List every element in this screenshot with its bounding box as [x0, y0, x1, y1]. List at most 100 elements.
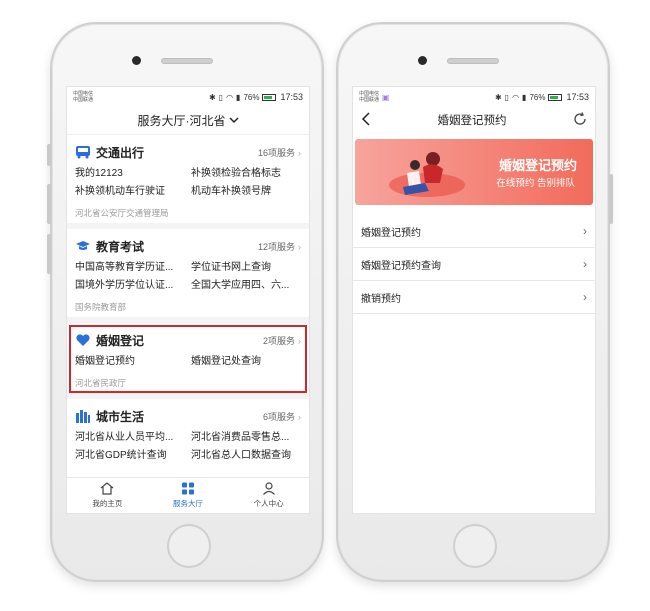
- section-header[interactable]: 交通出行 16项服务 ›: [75, 141, 301, 163]
- service-item[interactable]: 河北省GDP统计查询: [75, 449, 185, 463]
- bottom-tab-bar: 我的主页 服务大厅 个人中心: [67, 477, 309, 513]
- home-icon: [100, 482, 114, 496]
- refresh-icon[interactable]: [573, 111, 587, 129]
- service-item[interactable]: 全国大学应用四、六...: [191, 279, 301, 293]
- section-header[interactable]: 教育考试 12项服务 ›: [75, 235, 301, 257]
- front-camera: [418, 56, 427, 65]
- section-header[interactable]: 城市生活 6项服务 ›: [75, 405, 301, 427]
- status-time: 17:53: [280, 92, 303, 102]
- service-item[interactable]: 补换领检验合格标志: [191, 167, 301, 181]
- service-item[interactable]: 河北省总人口数据查询: [191, 449, 301, 463]
- graduation-cap-icon: [75, 238, 91, 254]
- chevron-down-icon: [228, 116, 239, 126]
- banner-subtitle: 在线预约 告别排队: [496, 178, 575, 189]
- service-item[interactable]: 机动车补换领号牌: [191, 185, 301, 199]
- service-item[interactable]: 婚姻登记处查询: [191, 355, 301, 369]
- right-phone-frame: 中国电信 中国联通 ▣ ✱ ▯ ◠ ▮ 76% 17:53 婚姻登记预约 婚姻登…: [336, 22, 613, 582]
- department-label: 河北省公安厅交通管理局: [75, 208, 169, 218]
- vibrate-icon: ▯: [218, 92, 224, 102]
- chevron-right-icon: ›: [298, 411, 301, 422]
- tab-label: 个人中心: [253, 499, 284, 508]
- home-button[interactable]: [453, 524, 497, 568]
- section-count[interactable]: 6项服务 ›: [263, 410, 301, 423]
- power-button: [609, 174, 613, 224]
- section-count[interactable]: 16项服务 ›: [258, 146, 301, 159]
- person-icon: [262, 482, 276, 496]
- right-screen: 中国电信 中国联通 ▣ ✱ ▯ ◠ ▮ 76% 17:53 婚姻登记预约 婚姻登…: [352, 86, 596, 514]
- menu-item-label: 婚姻登记预约查询: [361, 260, 441, 272]
- service-items: 婚姻登记预约 婚姻登记处查询: [75, 355, 301, 369]
- front-camera: [132, 56, 141, 65]
- section-count[interactable]: 12项服务 ›: [258, 240, 301, 253]
- tab-home[interactable]: 我的主页: [67, 478, 148, 513]
- tab-personal-center[interactable]: 个人中心: [228, 478, 309, 513]
- service-item[interactable]: 国境外学历学位认证...: [75, 279, 185, 293]
- volume-down-button: [47, 234, 51, 274]
- volume-up-button: [47, 184, 51, 224]
- service-item[interactable]: 婚姻登记预约: [75, 355, 185, 369]
- chevron-right-icon: ›: [583, 224, 587, 238]
- back-icon[interactable]: [361, 111, 371, 129]
- earpiece-speaker: [161, 58, 213, 64]
- tab-service-hall[interactable]: 服务大厅: [148, 478, 229, 513]
- service-item[interactable]: 河北省消费品零售总...: [191, 431, 301, 445]
- couple-illustration: [389, 152, 465, 197]
- service-item[interactable]: 补换领机动车行驶证: [75, 185, 185, 199]
- city-icon: [75, 408, 91, 424]
- bluetooth-icon: ✱: [494, 92, 502, 102]
- section-title: 教育考试: [96, 239, 145, 254]
- service-items: 河北省从业人员平均... 河北省消费品零售总... 河北省GDP统计查询 河北省…: [75, 431, 301, 463]
- vibrate-icon: ▯: [504, 92, 510, 102]
- status-bar: 中国电信 中国联通 ▣ ✱ ▯ ◠ ▮ 76% 17:53: [353, 87, 595, 107]
- battery-percent: 76%: [243, 92, 260, 102]
- status-bar: 中国电信 中国联通 ✱ ▯ ◠ ▮ 76% 17:53: [67, 87, 309, 107]
- service-items: 中国高等教育学历证... 学位证书网上查询 国境外学历学位认证... 全国大学应…: [75, 261, 301, 293]
- nav-bar: 婚姻登记预约: [353, 107, 595, 133]
- section-title: 城市生活: [96, 409, 145, 424]
- earpiece-speaker: [447, 58, 499, 64]
- banner-title: 婚姻登记预约: [498, 158, 577, 173]
- bus-icon: [75, 144, 91, 160]
- menu-list: 婚姻登记预约 › 婚姻登记预约查询 › 撤销预约 ›: [353, 215, 595, 314]
- battery-icon: [262, 93, 277, 101]
- department-label: 国务院教育部: [75, 302, 127, 312]
- chevron-right-icon: ›: [298, 147, 301, 158]
- battery-percent: 76%: [529, 92, 546, 102]
- region-selector[interactable]: 服务大厅·河北省: [67, 107, 309, 135]
- carrier-2: 中国联通: [73, 97, 94, 103]
- section-header[interactable]: 婚姻登记 2项服务 ›: [75, 329, 301, 351]
- promo-banner: 婚姻登记预约 在线预约 告别排队: [355, 139, 593, 205]
- service-items: 我的12123 补换领检验合格标志 补换领机动车行驶证 机动车补换领号牌: [75, 167, 301, 199]
- carrier-2: 中国联通: [359, 97, 380, 103]
- service-section-city-life: 城市生活 6项服务 › 河北省从业人员平均... 河北省消费品零售总... 河北省…: [67, 399, 309, 467]
- chevron-right-icon: ›: [583, 257, 587, 271]
- app-notification-icon: ▣: [382, 92, 390, 102]
- menu-item-cancel-appointment[interactable]: 撤销预约 ›: [353, 281, 595, 314]
- menu-item-appointment-query[interactable]: 婚姻登记预约查询 ›: [353, 248, 595, 281]
- service-item[interactable]: 学位证书网上查询: [191, 261, 301, 275]
- heart-icon: [75, 332, 91, 348]
- menu-item-label: 撤销预约: [361, 293, 401, 305]
- battery-icon: [548, 93, 563, 101]
- tab-label: 服务大厅: [173, 499, 203, 508]
- chevron-right-icon: ›: [298, 335, 301, 346]
- menu-item-appointment[interactable]: 婚姻登记预约 ›: [353, 215, 595, 248]
- service-item[interactable]: 我的12123: [75, 167, 185, 181]
- grid-icon: [181, 482, 195, 496]
- mute-switch: [47, 144, 51, 166]
- bluetooth-icon: ✱: [208, 92, 216, 102]
- service-section-marriage: 婚姻登记 2项服务 › 婚姻登记预约 婚姻登记处查询 河北省民政厅: [67, 323, 309, 399]
- chevron-right-icon: ›: [583, 290, 587, 304]
- tab-label: 我的主页: [92, 499, 123, 508]
- service-item[interactable]: 中国高等教育学历证...: [75, 261, 185, 275]
- menu-item-label: 婚姻登记预约: [361, 227, 421, 239]
- section-count[interactable]: 2项服务 ›: [263, 334, 301, 347]
- home-button[interactable]: [167, 524, 211, 568]
- wifi-icon: ◠: [512, 92, 520, 102]
- section-title: 交通出行: [96, 145, 145, 160]
- carrier-labels: 中国电信 中国联通: [73, 91, 93, 103]
- signal-icon: ▮: [236, 92, 241, 102]
- service-item[interactable]: 河北省从业人员平均...: [75, 431, 185, 445]
- wifi-icon: ◠: [226, 92, 234, 102]
- carrier-labels: 中国电信 中国联通: [359, 91, 379, 103]
